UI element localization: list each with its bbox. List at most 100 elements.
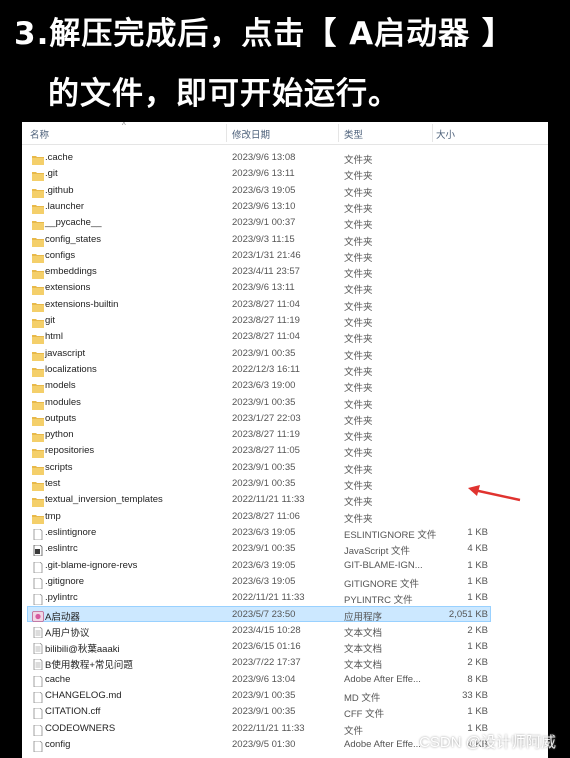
file-date: 2023/6/15 01:16 [232,641,301,652]
file-date: 2023/9/1 00:35 [232,689,296,701]
file-type: 文本文档 [344,644,383,655]
file-row[interactable]: config_states 2023/9/3 11:15 文件夹 [28,232,490,248]
file-row[interactable]: .pylintrc 2022/11/21 11:33 PYLINTRC 文件 1 KB [28,590,490,606]
folder-icon [32,348,44,361]
file-icon [32,674,44,687]
file-row[interactable]: .git-blame-ignore-revs 2023/6/3 19:05 GIT-… [28,558,490,574]
column-header-size[interactable]: 大小 [436,127,455,141]
file-row[interactable]: test 2023/9/1 00:35 文件夹 [28,476,490,492]
file-type: 文件夹 [344,220,373,232]
file-size: 4 KB [467,543,488,555]
file-date: 2023/6/3 19:00 [232,380,296,392]
file-row[interactable]: cache 2023/9/6 13:04 Adobe After Effe... 8 … [28,672,490,688]
file-type: 文件夹 [344,366,373,378]
file-date: 2023/8/27 11:04 [232,331,300,343]
file-name: config [45,738,71,750]
file-row[interactable]: tmp 2023/8/27 11:06 文件夹 [28,509,490,525]
file-type: 文件夹 [344,415,373,427]
file-date: 2022/11/21 11:33 [232,722,305,734]
file-type: 文件夹 [344,171,373,183]
column-header-bar: ^ 名称 修改日期 类型 大小 [22,121,548,145]
file-name: CITATION.cff [45,706,101,718]
file-name: A启动器 [45,612,80,624]
file-date: 2023/6/3 19:05 [232,559,296,571]
file-name: .cache [45,152,73,163]
file-row[interactable]: scripts 2023/9/1 00:35 文件夹 [28,460,490,476]
column-divider[interactable] [226,124,227,142]
file-row[interactable]: CHANGELOG.md 2023/9/1 00:35 MD 文件 33 KB [28,688,490,704]
file-date: 2023/8/27 11:06 [232,510,300,522]
file-row[interactable]: __pycache__ 2023/9/1 00:37 文件夹 [28,215,490,231]
js-file-icon [32,543,44,557]
file-row[interactable]: outputs 2023/1/27 22:03 文件夹 [28,411,490,427]
folder-icon [32,511,44,524]
file-row[interactable]: extensions 2023/9/6 13:11 文件夹 [28,280,490,296]
file-row[interactable]: javascript 2023/9/1 00:35 文件夹 [28,346,490,362]
file-row[interactable]: .git 2023/9/6 13:11 文件夹 [28,166,490,182]
file-row[interactable]: models 2023/6/3 19:00 文件夹 [28,378,490,394]
file-name: configs [45,249,76,261]
file-row[interactable]: configs 2023/1/31 21:46 文件夹 [28,248,490,264]
file-row[interactable]: B使用教程+常见问题 2023/7/22 17:37 文本文档 2 KB [28,655,490,671]
column-divider[interactable] [432,124,433,142]
file-row[interactable]: CITATION.cff 2023/9/1 00:35 CFF 文件 1 KB [28,704,490,720]
file-size: 1 KB [467,526,488,538]
file-row[interactable]: repositories 2023/8/27 11:05 文件夹 [28,443,490,459]
file-size: 1 KB [467,559,488,571]
file-row[interactable]: .eslintignore 2023/6/3 19:05 ESLINTIGNORE … [28,525,490,541]
file-row[interactable]: extensions-builtin 2023/8/27 11:04 文件夹 [28,297,490,313]
file-name: extensions [45,282,91,294]
file-type: 文件夹 [344,334,373,346]
column-divider[interactable] [338,124,339,142]
file-name: python [45,429,74,441]
file-type: 文件夹 [344,350,373,362]
folder-icon [32,429,44,443]
sort-caret-icon[interactable]: ^ [122,121,126,130]
folder-icon [32,462,44,475]
file-type: 文件夹 [344,269,373,281]
file-type: PYLINTRC 文件 [344,595,413,607]
file-row[interactable]: textual_inversion_templates 2022/11/21 11… [28,492,490,508]
headline-banner: 3.解压完成后，点击【 A启动器 】 的文件，即可开始运行。 [0,0,570,120]
file-date: 2023/9/6 13:04 [232,673,296,685]
file-type: 文件夹 [344,481,373,492]
file-name: .gitignore [45,575,85,587]
file-name: extensions-builtin [45,298,119,310]
file-date: 2023/1/31 21:46 [232,249,301,261]
file-type: Adobe After Effe... [344,673,421,685]
doc-icon [32,657,44,671]
column-header-name[interactable]: 名称 [30,127,49,141]
file-row[interactable]: git 2023/8/27 11:19 文件夹 [28,313,490,329]
folder-icon [32,217,44,231]
file-date: 2023/8/27 11:05 [232,445,300,457]
column-header-date[interactable]: 修改日期 [232,127,270,141]
file-row[interactable]: bilibili@秋葉aaaki 2023/6/15 01:16 文本文档 1 KB [28,639,490,655]
file-icon [32,690,44,704]
file-row[interactable]: localizations 2022/12/3 16:11 文件夹 [28,362,490,378]
file-row[interactable]: A用户协议 2023/4/15 10:28 文本文档 2 KB [28,623,490,639]
file-row[interactable]: .eslintrc 2023/9/1 00:35 JavaScript 文件 4 KB [28,541,490,557]
file-date: 2023/1/27 22:03 [232,412,301,424]
file-row-selected[interactable]: A启动器 2023/5/7 23:50 应用程序 2,051 KB [27,606,491,624]
file-row[interactable]: .cache 2023/9/6 13:08 文件夹 [28,150,490,166]
file-date: 2022/11/21 11:33 [232,494,305,506]
file-row[interactable]: .gitignore 2023/6/3 19:05 GITIGNORE 文件 1 KB [28,574,490,590]
folder-icon [32,331,44,345]
file-size: 1 KB [467,592,488,604]
file-row[interactable]: .github 2023/6/3 19:05 文件夹 [28,183,490,199]
file-row[interactable]: .launcher 2023/9/6 13:10 文件夹 [28,199,490,215]
file-date: 2023/5/7 23:50 [232,609,296,621]
file-type: 文件夹 [344,252,373,264]
headline-line-2: 的文件，即可开始运行。 [48,76,400,112]
file-size: 8 KB [467,673,488,685]
file-type: 文件夹 [344,301,373,313]
file-row[interactable]: python 2023/8/27 11:19 文件夹 [28,427,490,443]
file-name: test [45,478,61,489]
column-header-type[interactable]: 类型 [344,127,363,141]
file-row[interactable]: modules 2023/9/1 00:35 文件夹 [28,395,490,411]
file-name: .launcher [45,200,85,212]
file-name: cache [45,673,71,685]
watermark: CSDN @设计师阿威 [419,734,556,751]
file-row[interactable]: embeddings 2023/4/11 23:57 文件夹 [28,264,490,280]
file-row[interactable]: html 2023/8/27 11:04 文件夹 [28,329,490,345]
